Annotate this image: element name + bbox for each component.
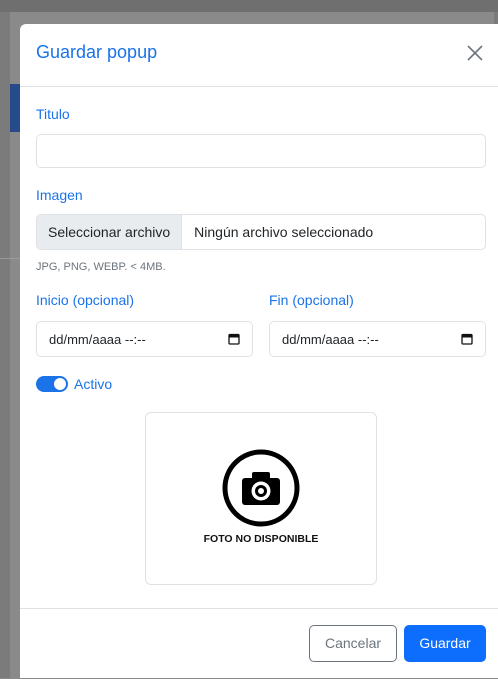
modal-title: Guardar popup bbox=[36, 42, 158, 62]
calendar-icon[interactable] bbox=[461, 333, 473, 345]
fin-label: Fin (opcional) bbox=[269, 292, 354, 308]
page-backdrop-left bbox=[0, 12, 10, 678]
fin-date-input[interactable]: dd/mm/aaaa --:-- bbox=[269, 321, 486, 357]
imagen-file-input[interactable]: Seleccionar archivo Ningún archivo selec… bbox=[36, 214, 486, 250]
camera-icon bbox=[222, 449, 300, 527]
file-status-text: Ningún archivo seleccionado bbox=[194, 224, 374, 240]
image-preview: FOTO NO DISPONIBLE bbox=[145, 412, 377, 585]
activo-label: Activo bbox=[74, 376, 113, 392]
inicio-label: Inicio (opcional) bbox=[36, 292, 135, 308]
titulo-input[interactable] bbox=[36, 134, 486, 168]
save-button[interactable]: Guardar bbox=[404, 625, 486, 662]
page-backdrop-top bbox=[0, 0, 498, 12]
close-icon bbox=[467, 45, 483, 61]
no-photo-text: FOTO NO DISPONIBLE bbox=[203, 533, 319, 545]
imagen-label: Imagen bbox=[36, 187, 83, 203]
guardar-popup-modal: Guardar popup Titulo Imagen Seleccionar … bbox=[20, 24, 498, 678]
activo-toggle[interactable] bbox=[36, 376, 68, 392]
titulo-label: Titulo bbox=[36, 106, 70, 122]
toggle-knob bbox=[54, 378, 66, 390]
close-button[interactable] bbox=[464, 42, 486, 64]
page-backdrop-accent bbox=[10, 84, 20, 132]
modal-header: Guardar popup bbox=[20, 24, 498, 87]
inicio-date-input[interactable]: dd/mm/aaaa --:-- bbox=[36, 321, 253, 357]
choose-file-button[interactable]: Seleccionar archivo bbox=[37, 215, 183, 249]
activo-row: Activo bbox=[36, 376, 112, 392]
file-help-text: JPG, PNG, WEBP. < 4MB. bbox=[36, 261, 166, 273]
cancel-button[interactable]: Cancelar bbox=[309, 625, 397, 662]
inicio-date-value: dd/mm/aaaa --:-- bbox=[49, 332, 146, 347]
page-backdrop-divider bbox=[0, 258, 20, 259]
modal-footer: Cancelar Guardar bbox=[20, 608, 498, 679]
calendar-icon[interactable] bbox=[228, 333, 240, 345]
fin-date-value: dd/mm/aaaa --:-- bbox=[282, 332, 379, 347]
